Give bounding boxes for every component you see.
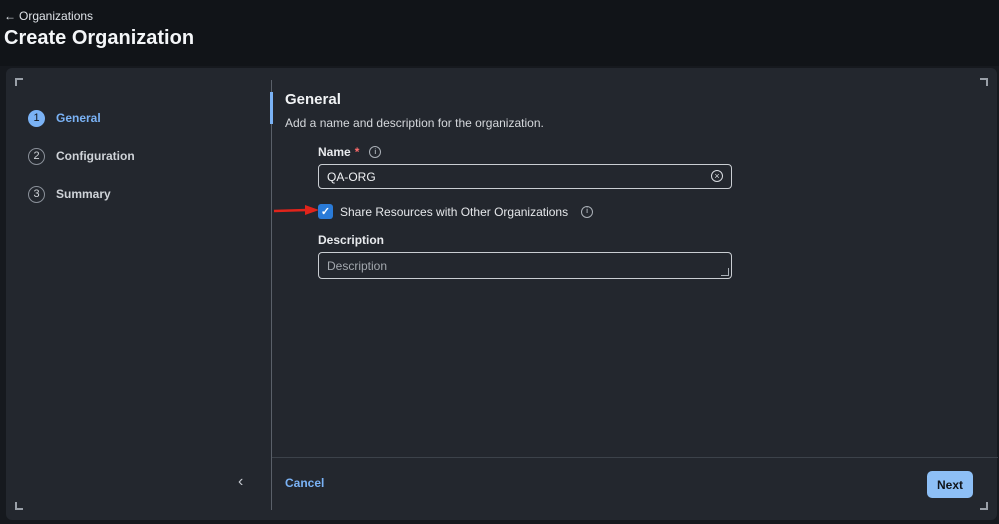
clear-input-icon[interactable]: × — [711, 170, 723, 182]
info-icon[interactable]: i — [369, 146, 382, 158]
steps-divider — [271, 80, 272, 510]
section-title: General — [285, 91, 341, 108]
back-to-organizations-link[interactable]: ← Organizations — [4, 9, 93, 23]
description-textarea[interactable]: Description — [318, 252, 732, 279]
back-link-label: Organizations — [19, 9, 94, 23]
share-resources-checkbox[interactable]: ✓ — [318, 204, 333, 219]
step-number: 2 — [28, 147, 45, 165]
wizard-steps: 1 General 2 Configuration 3 Summary — [28, 99, 135, 213]
share-resources-label[interactable]: Share Resources with Other Organizations — [340, 205, 568, 219]
next-button[interactable]: Next — [927, 471, 973, 498]
active-step-indicator — [270, 92, 273, 124]
name-input-value: QA-ORG — [327, 169, 376, 184]
step-summary[interactable]: 3 Summary — [28, 175, 135, 213]
description-field-label: Description — [318, 233, 385, 247]
step-number: 1 — [28, 109, 45, 127]
back-arrow-icon: ← — [4, 9, 16, 23]
annotation-arrow-icon — [273, 205, 319, 215]
share-resources-row: ✓ Share Resources with Other Organizatio… — [318, 204, 594, 219]
resize-handle-icon[interactable] — [721, 268, 729, 276]
footer-divider — [272, 457, 998, 458]
corner-mark — [980, 502, 988, 510]
name-field-label: Name * i — [318, 145, 382, 159]
corner-mark — [980, 78, 988, 86]
wizard-card: 1 General 2 Configuration 3 Summary ‹ Ge… — [6, 68, 998, 520]
step-configuration[interactable]: 2 Configuration — [28, 137, 135, 175]
step-general[interactable]: 1 General — [28, 99, 135, 137]
required-asterisk: * — [354, 145, 360, 159]
name-label-text: Name — [318, 145, 351, 159]
step-number: 3 — [28, 185, 45, 203]
corner-mark — [15, 78, 23, 86]
name-input[interactable]: QA-ORG × — [318, 164, 732, 189]
description-placeholder: Description — [327, 258, 388, 273]
section-description: Add a name and description for the organ… — [285, 116, 544, 130]
step-label: Summary — [56, 187, 111, 201]
corner-mark — [15, 502, 23, 510]
info-icon[interactable]: i — [581, 205, 594, 218]
step-label: Configuration — [56, 149, 135, 163]
step-label: General — [56, 111, 101, 125]
collapse-sidebar-icon[interactable]: ‹ — [238, 473, 243, 491]
top-bar: ← Organizations Create Organization — [0, 0, 999, 66]
page-title: Create Organization — [4, 27, 195, 49]
cancel-button[interactable]: Cancel — [285, 476, 324, 490]
